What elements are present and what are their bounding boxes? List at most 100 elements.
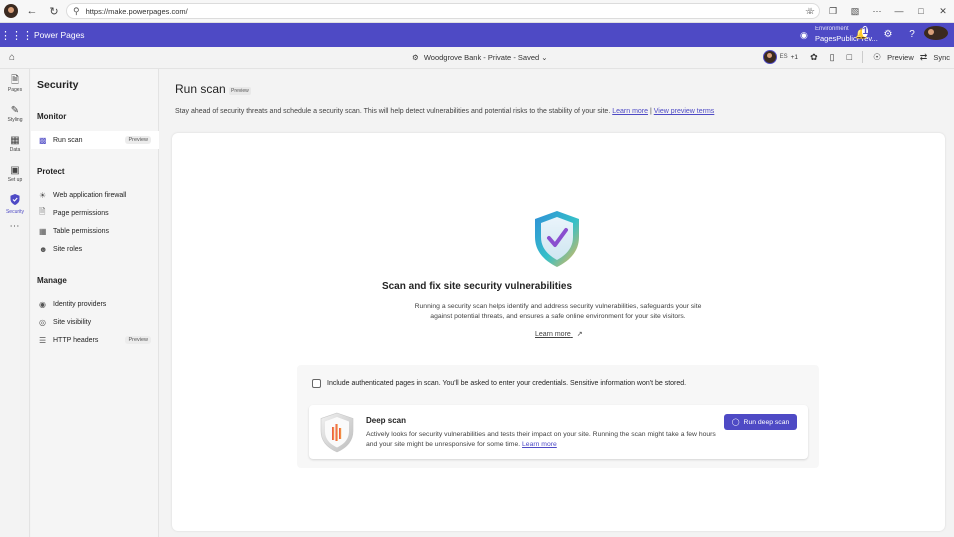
presence-avatar: [762, 50, 777, 64]
notifications-icon[interactable]: 🔔1: [852, 26, 876, 40]
back-icon[interactable]: ←: [24, 3, 40, 19]
rail-item-setup[interactable]: ▣ Set up: [0, 159, 30, 189]
preview-button[interactable]: Preview: [887, 53, 914, 62]
headers-icon: ☰: [39, 335, 47, 345]
close-icon[interactable]: ✕: [932, 3, 954, 19]
styling-icon: ✎: [10, 105, 20, 116]
workspace-rail: 🗎 Pages ✎ Styling ▦ Data ▣ Set up Securi…: [0, 69, 30, 537]
browser-profile-avatar[interactable]: [4, 4, 18, 18]
sidebar-item-identity-providers[interactable]: ◉ Identity providers: [31, 295, 159, 313]
sidebar-item-label: Site visibility: [53, 318, 92, 326]
scan-description: Running a security scan helps identify a…: [414, 303, 702, 320]
learn-more-link[interactable]: Learn more: [612, 108, 648, 115]
pages-icon: 🗎: [10, 75, 20, 86]
rail-item-pages[interactable]: 🗎 Pages: [0, 69, 30, 99]
browser-window-controls: ☆ ❐ ▧ ⋯ — □ ✕: [800, 0, 954, 22]
group-monitor: Monitor: [37, 112, 67, 121]
sidebar-item-label: Table permissions: [53, 227, 110, 235]
user-avatar[interactable]: [924, 26, 948, 43]
rail-label-security: Security: [5, 208, 25, 215]
sidebar-item-label: Site roles: [53, 245, 83, 253]
security-shield-icon: [535, 211, 579, 267]
maximize-icon[interactable]: □: [910, 3, 932, 19]
more-icon[interactable]: ⋯: [0, 221, 29, 232]
command-bar: ⌂ ⚙ Woodgrove Bank - Private - Saved ⌄ E…: [0, 47, 954, 69]
rail-label-styling: Styling: [7, 117, 23, 123]
sync-button[interactable]: Sync: [933, 53, 950, 62]
learn-more-external-link[interactable]: Learn more ↗: [535, 330, 583, 338]
presence-group[interactable]: ES +1: [762, 50, 798, 64]
sidebar-item-label: Web application firewall: [53, 191, 127, 199]
sidenav-title: Security: [37, 79, 79, 91]
rail-label-pages: Pages: [7, 87, 23, 93]
group-protect: Protect: [37, 167, 65, 176]
command-actions: ES +1 ✿ ▯ □ ☉ Preview ⇄ Sync: [762, 50, 950, 64]
checkbox-label: Include authenticated pages in scan. You…: [327, 380, 687, 387]
roles-icon: ☻: [39, 244, 48, 254]
sidebar-item-site-roles[interactable]: ☻ Site roles: [31, 240, 159, 258]
firewall-icon: ☀: [39, 190, 47, 200]
chevron-down-icon: ⌄: [541, 53, 548, 62]
sidebar-item-page-permissions[interactable]: 🗎 Page permissions: [31, 204, 159, 222]
scan-icon: ▩: [39, 135, 47, 145]
rail-item-data[interactable]: ▦ Data: [0, 129, 30, 159]
external-link-icon: ↗: [576, 331, 583, 338]
rail-label-data: Data: [9, 147, 21, 153]
help-icon[interactable]: ?: [900, 29, 924, 40]
sidebar-item-table-permissions[interactable]: ▦ Table permissions: [31, 222, 159, 240]
preview-badge: Preview: [125, 336, 151, 344]
visibility-icon: ◎: [39, 317, 46, 327]
page-permission-icon: 🗎: [39, 207, 46, 216]
header-actions: 🔔1 ⚙ ?: [852, 26, 948, 43]
identity-icon: ◉: [39, 299, 46, 309]
more-options-icon[interactable]: ⋯: [866, 3, 888, 19]
sidebar-item-run-scan[interactable]: ▩ Run scan Preview: [31, 131, 159, 149]
home-icon[interactable]: ⌂: [9, 52, 15, 63]
view-preview-terms-link[interactable]: View preview terms: [654, 108, 715, 115]
copilot-icon[interactable]: ✿: [810, 52, 818, 63]
shield-icon: ◯: [731, 419, 740, 426]
scan-heading: Scan and fix site security vulnerabiliti…: [381, 281, 573, 292]
site-people-icon: ⚙: [412, 53, 419, 62]
rail-item-security[interactable]: Security: [0, 189, 30, 219]
presence-initials: ES: [779, 54, 788, 60]
browser-toolbar: ← ↻ ⚲ https://make.powerpages.com/ ☆ ☆ ❐…: [0, 0, 954, 23]
site-name-text: Woodgrove Bank - Private - Saved: [423, 53, 540, 62]
deep-scan-description: Actively looks for security vulnerabilit…: [366, 430, 716, 449]
preview-badge: Preview: [125, 136, 151, 144]
app-title[interactable]: Power Pages: [34, 30, 85, 40]
refresh-icon[interactable]: ↻: [46, 3, 62, 19]
run-deep-scan-label: Run deep scan: [743, 418, 790, 426]
minimize-icon[interactable]: —: [888, 3, 910, 19]
site-selector[interactable]: ⚙ Woodgrove Bank - Private - Saved ⌄: [412, 53, 548, 62]
run-deep-scan-button[interactable]: ◯ Run deep scan: [724, 414, 797, 430]
search-icon: ⚲: [73, 5, 80, 16]
rail-item-styling[interactable]: ✎ Styling: [0, 99, 30, 129]
settings-gear-icon[interactable]: ⚙: [876, 29, 900, 40]
comment-icon[interactable]: □: [847, 52, 852, 62]
collections-icon[interactable]: ❐: [822, 3, 844, 19]
include-authenticated-checkbox[interactable]: [312, 379, 321, 388]
sidebar-item-site-visibility[interactable]: ◎ Site visibility: [31, 313, 159, 331]
learn-more-text: Learn more: [535, 331, 571, 338]
device-icon[interactable]: ▯: [830, 52, 835, 63]
divider: [862, 51, 863, 63]
app-launcher-icon[interactable]: ⋮⋮⋮: [0, 29, 33, 42]
page-description: Stay ahead of security threats and sched…: [175, 108, 714, 115]
link-separator: |: [649, 108, 652, 115]
deep-scan-learn-more-link[interactable]: Learn more: [522, 441, 557, 448]
sidebar-item-label: Identity providers: [53, 300, 107, 308]
page-title: Run scan: [175, 82, 226, 96]
data-icon: ▦: [10, 135, 20, 146]
extensions-icon[interactable]: ▧: [844, 3, 866, 19]
environment-icon: ◉: [800, 30, 808, 40]
notification-badge: 1: [862, 26, 868, 37]
rail-label-setup: Set up: [7, 177, 23, 183]
setup-icon: ▣: [10, 165, 20, 176]
favorites-icon[interactable]: ☆: [800, 3, 822, 19]
address-bar[interactable]: ⚲ https://make.powerpages.com/ ☆: [66, 3, 820, 19]
app-header: ⋮⋮⋮ Power Pages ◉ Environment PagesPubli…: [0, 23, 954, 47]
sidebar-item-waf[interactable]: ☀ Web application firewall: [31, 186, 159, 204]
sidebar-item-http-headers[interactable]: ☰ HTTP headers Preview: [31, 331, 159, 349]
security-icon: [10, 193, 20, 208]
